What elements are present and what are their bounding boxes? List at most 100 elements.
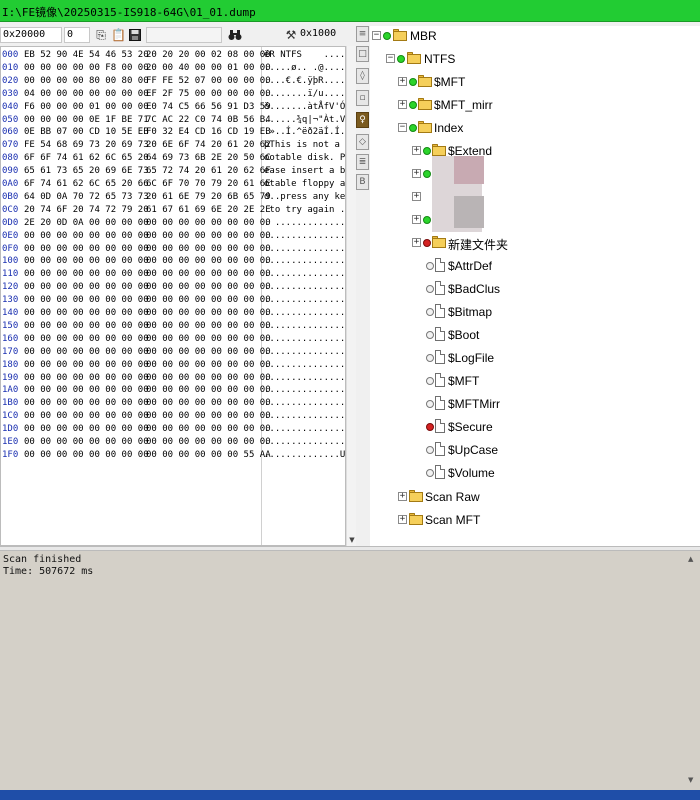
hex-row[interactable]: 130 00 00 00 00 00 00 00 00 00 00 00 00 00… (1, 294, 345, 306)
hex-row[interactable]: 0B0 64 0D 0A 70 72 65 73 73 20 61 6E 79 20… (1, 191, 345, 203)
hex-bytes: 00 00 00 00 00 00 00 00 (24, 256, 149, 267)
hex-offset: 0A0 (2, 179, 19, 189)
hex-bytes: 65 61 73 65 20 69 6E 73 (24, 166, 149, 177)
jump-input[interactable]: 0x1000 (298, 27, 350, 43)
hex-bytes: 00 00 00 00 00 00 00 00 (146, 372, 271, 383)
hex-row[interactable]: 190 00 00 00 00 00 00 00 00 00 00 00 00 00… (1, 372, 345, 384)
address-input[interactable]: 0x20000 (0, 27, 62, 43)
collapse-icon[interactable]: − (398, 123, 407, 132)
hex-bytes: 61 67 61 69 6E 20 2E 2E (146, 204, 271, 215)
bookmark-icon[interactable]: B (356, 174, 369, 190)
hex-row[interactable]: 000 EB 52 90 4E 54 46 53 20 20 20 20 00 02… (1, 49, 345, 61)
hex-row[interactable]: 140 00 00 00 00 00 00 00 00 00 00 00 00 00… (1, 307, 345, 319)
hex-row[interactable]: 170 00 00 00 00 00 00 00 00 00 00 00 00 00… (1, 346, 345, 358)
list-icon[interactable]: ≡ (356, 26, 369, 42)
expand-icon[interactable]: + (412, 169, 421, 178)
page-icon[interactable]: □ (356, 46, 369, 62)
expand-icon[interactable]: + (412, 215, 421, 224)
hex-row[interactable]: 1C0 00 00 00 00 00 00 00 00 00 00 00 00 00… (1, 410, 345, 422)
hex-row[interactable]: 030 04 00 00 00 00 00 00 00 EF 2F 75 00 00… (1, 88, 345, 100)
hex-bytes: 20 00 40 00 00 01 00 00 (146, 62, 271, 73)
hex-row[interactable]: 010 00 00 00 00 00 F8 00 00 20 00 40 00 00… (1, 62, 345, 74)
tools-icon[interactable]: ⚒ (284, 27, 298, 43)
hex-view[interactable]: 000 EB 52 90 4E 54 46 53 20 20 20 20 00 02… (0, 46, 346, 546)
file-icon (435, 304, 445, 318)
folder-icon (418, 121, 432, 133)
hex-offset: 060 (2, 127, 19, 138)
collapse-icon[interactable]: − (372, 31, 381, 40)
tree-label: 新建文件夹 (448, 238, 509, 252)
ascii-text: ootable disk. Pl (264, 153, 346, 164)
save-icon[interactable] (128, 27, 142, 43)
hex-scrollbar[interactable]: ▼ (346, 46, 356, 546)
hex-row[interactable]: 1D0 00 00 00 00 00 00 00 00 00 00 00 00 00… (1, 423, 345, 435)
hex-row[interactable]: 070 FE 54 68 69 73 20 69 73 20 6E 6F 74 20… (1, 139, 345, 151)
expand-icon[interactable]: + (398, 100, 407, 109)
hex-row[interactable]: 1B0 00 00 00 00 00 00 00 00 00 00 00 00 00… (1, 397, 345, 409)
ascii-text: ................ (264, 320, 346, 331)
hex-bytes: 00 00 00 00 00 00 00 00 (146, 295, 271, 306)
status-green-icon (383, 32, 391, 40)
binoculars-icon[interactable] (228, 27, 242, 43)
hex-offset: 0C0 (2, 204, 19, 215)
expand-icon[interactable]: + (398, 515, 407, 524)
hex-row[interactable]: 110 00 00 00 00 00 00 00 00 00 00 00 00 00… (1, 268, 346, 280)
hex-row[interactable]: 1E0 00 00 00 00 00 00 00 00 00 00 00 00 00… (1, 436, 345, 448)
folder-icon (393, 29, 407, 41)
hex-row[interactable]: 090 65 61 73 65 20 69 6E 73 65 72 74 20 61… (1, 165, 345, 177)
record-icon[interactable]: ▫ (356, 90, 369, 106)
ascii-text: ......¾q|¬"Àt.V´ (264, 114, 346, 125)
hex-row[interactable]: 020 00 00 00 00 80 00 80 00 FF FE 52 07 00… (1, 75, 345, 87)
tree-label: $MFT_mirr (434, 98, 493, 112)
hex-row[interactable]: 060 0E BB 07 00 CD 10 5E EB F0 32 E4 CD 16… (1, 126, 345, 138)
hex-row[interactable]: 0A0 6F 74 61 62 6C 65 20 66 6C 6F 70 70 79… (1, 178, 345, 190)
status-white-icon (426, 308, 434, 316)
expand-icon[interactable]: + (412, 146, 421, 155)
file-tree[interactable]: − MBR − NTFS + $MFT + $MFT_mirr − Index … (370, 26, 700, 546)
hex-row[interactable]: 0F0 00 00 00 00 00 00 00 00 00 00 00 00 00… (1, 243, 345, 255)
offset-input[interactable]: 0 (64, 27, 90, 43)
hex-bytes: 00 00 00 00 00 00 00 00 (24, 437, 149, 447)
status-green-icon (423, 147, 431, 155)
lightbulb-icon[interactable]: ♀ (356, 112, 369, 128)
hex-row[interactable]: 150 00 00 00 00 00 00 00 00 00 00 00 00 00… (1, 320, 346, 332)
gear-icon[interactable]: ◇ (356, 134, 369, 150)
collapse-icon[interactable]: − (386, 54, 395, 63)
copy-icon[interactable]: ⎘ (94, 27, 108, 43)
index-icon[interactable]: ◊ (356, 68, 369, 84)
hex-offset: 080 (2, 153, 19, 164)
hex-offset: 000 (2, 50, 19, 60)
ascii-text: ................ (264, 256, 346, 267)
log-panel[interactable]: Scan finished Time: 507672 ms (0, 551, 700, 791)
hex-row[interactable]: 1F0 00 00 00 00 00 00 00 00 00 00 00 00 00… (1, 449, 345, 461)
search-input[interactable] (146, 27, 222, 43)
title-bar: I:\FE镜像\20250315-IS918-64G\01_01.dump (0, 0, 700, 22)
scroll-up-icon[interactable]: ▲ (688, 555, 693, 563)
expand-icon[interactable]: + (398, 77, 407, 86)
hex-bytes: 00 00 00 00 00 00 00 00 (146, 243, 271, 254)
expand-icon[interactable]: + (398, 492, 407, 501)
hex-row[interactable]: 0E0 00 00 00 00 00 00 00 00 00 00 00 00 00… (1, 230, 345, 242)
scroll-down-icon[interactable]: ▼ (688, 776, 693, 784)
hex-row[interactable]: 040 F6 00 00 00 01 00 00 00 E0 74 C5 66 56… (1, 101, 345, 113)
tree-label: Scan Raw (425, 490, 480, 504)
hex-row[interactable]: 100 00 00 00 00 00 00 00 00 00 00 00 00 00… (1, 255, 346, 267)
hex-row[interactable]: 080 6F 6F 74 61 62 6C 65 20 64 69 73 6B 2E… (1, 152, 346, 164)
hex-bytes: 65 72 74 20 61 20 62 6F (146, 166, 271, 177)
hex-offset: 070 (2, 140, 19, 151)
hex-row[interactable]: 0D0 2E 20 0D 0A 00 00 00 00 00 00 00 00 00… (1, 217, 345, 229)
hex-row[interactable]: 1A0 00 00 00 00 00 00 00 00 00 00 00 00 00… (1, 384, 345, 396)
hex-row[interactable]: 180 00 00 00 00 00 00 00 00 00 00 00 00 00… (1, 359, 345, 371)
expand-icon[interactable]: + (412, 192, 421, 201)
ascii-text: ................ (264, 269, 346, 280)
document-icon[interactable]: ≣ (356, 154, 369, 170)
hex-row[interactable]: 160 00 00 00 00 00 00 00 00 00 00 00 00 00… (1, 333, 345, 345)
hex-row[interactable]: 120 00 00 00 00 00 00 00 00 00 00 00 00 00… (1, 281, 345, 293)
hex-row[interactable]: 0C0 20 74 6F 20 74 72 79 20 61 67 61 69 6E… (1, 204, 345, 216)
paste-icon[interactable]: 📋 (111, 27, 126, 43)
hex-offset: 180 (2, 359, 19, 370)
scroll-down-icon[interactable]: ▼ (347, 536, 357, 544)
folder-icon (418, 75, 432, 87)
expand-icon[interactable]: + (412, 238, 421, 247)
hex-row[interactable]: 050 00 00 00 00 0E 1F BE 71 7C AC 22 C0 74… (1, 114, 346, 126)
